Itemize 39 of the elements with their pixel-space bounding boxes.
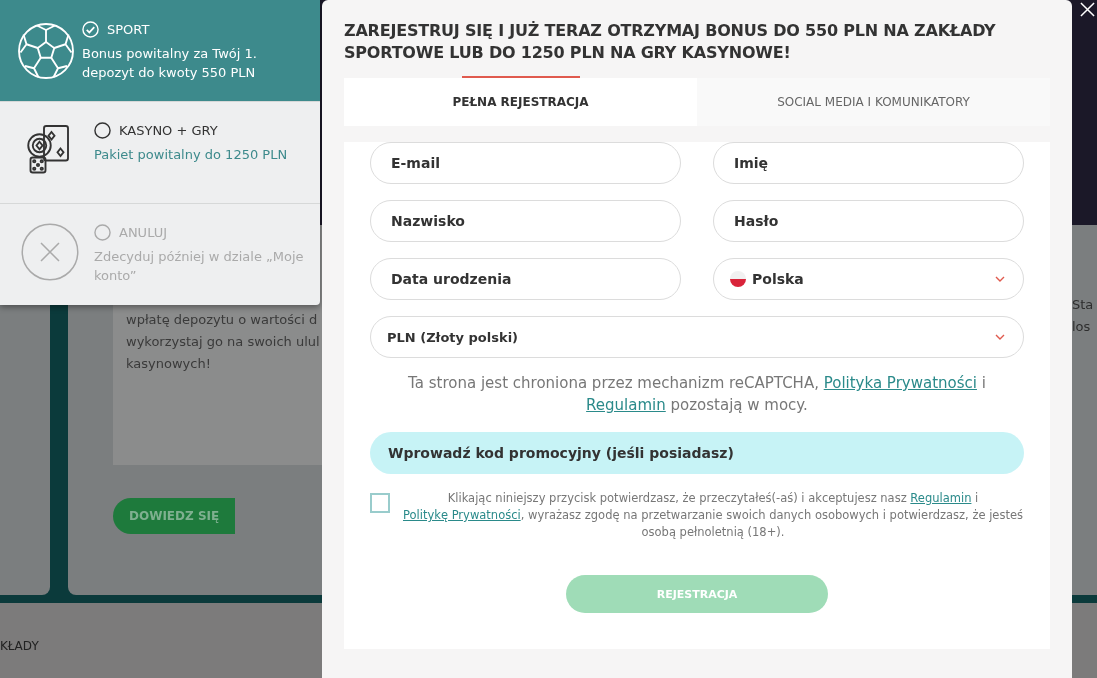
input-field[interactable]: Nazwisko bbox=[370, 200, 681, 242]
terms-link[interactable]: Regulamin bbox=[910, 491, 972, 505]
football-icon bbox=[16, 20, 76, 81]
caret-icon bbox=[995, 276, 1005, 282]
input-field[interactable]: Hasło bbox=[713, 200, 1024, 242]
option-description: Bonus powitalny za Twój 1. depozyt do kwoty 550 PLN bbox=[82, 45, 258, 82]
consent-checkbox[interactable] bbox=[370, 493, 390, 513]
option-title: KASYNO + GRY bbox=[119, 123, 218, 138]
tab[interactable]: PEŁNA REJESTRACJA bbox=[344, 78, 697, 126]
option-title: SPORT bbox=[107, 22, 150, 37]
policy-link[interactable]: Polityka Prywatności bbox=[823, 374, 977, 392]
radio-icon[interactable] bbox=[94, 224, 111, 241]
currency-select[interactable]: PLN (Złoty polski) bbox=[370, 316, 1024, 358]
option-description: Zdecyduj później w dziale „Moje konto” bbox=[94, 248, 305, 285]
caret-icon bbox=[995, 334, 1005, 340]
promo-text-line: kasynowych! bbox=[126, 355, 212, 373]
recaptcha-notice: Ta strona jest chroniona przez mechanizm reCAPTCHA, Polityka Prywatności i Regulamin pozostają w mocy. bbox=[407, 373, 987, 416]
input-field[interactable]: E-mail bbox=[370, 142, 681, 184]
flag-icon bbox=[730, 271, 746, 287]
policy-link[interactable]: Regulamin bbox=[586, 396, 666, 414]
promo-text-line: wpłatę depozytu o wartości d bbox=[126, 311, 319, 329]
bonus-option[interactable]: KASYNO + GRY Pakiet powitalny do 1250 PLN bbox=[0, 102, 320, 204]
section-heading: KŁADY bbox=[0, 639, 39, 653]
option-description: Pakiet powitalny do 1250 PLN bbox=[94, 146, 288, 164]
modal-title: ZAREJESTRUJ SIĘ I JUŻ TERAZ OTRZYMAJ BONUS DO 550 PLN NA ZAKŁADY SPORTOWE LUB DO 1250 PLN NA GRY KASYNOWE! bbox=[344, 20, 997, 64]
input-field[interactable]: Data urodzenia bbox=[370, 258, 681, 300]
promo-text-line: los bbox=[1072, 318, 1092, 336]
promo-text-line: Sta bbox=[1072, 296, 1095, 314]
tab[interactable]: SOCIAL MEDIA I KOMUNIKATORY bbox=[697, 78, 1050, 126]
terms-link[interactable]: Politykę Prywatności bbox=[403, 508, 521, 522]
consent-text: Klikając niniejszy przycisk potwierdzasz, że przeczytałeś(-aś) i akceptujesz nasz Regulamin i Politykę Prywatności, wyrażasz zgodę na przetwarzanie swoich danych osobowych i potwierdzasz, że jesteś osobą pełnoletnią (18+). bbox=[402, 490, 1024, 541]
option-title: ANULUJ bbox=[119, 225, 168, 240]
cancel-circle-icon bbox=[20, 222, 80, 282]
close-icon[interactable] bbox=[1080, 2, 1095, 17]
promo-code-toggle[interactable]: Wprowadź kod promocyjny (jeśli posiadasz) bbox=[370, 432, 1024, 474]
bonus-option[interactable]: SPORT Bonus powitalny za Twój 1. depozyt do kwoty 550 PLN bbox=[0, 0, 320, 102]
radio-icon[interactable] bbox=[94, 122, 111, 139]
input-field[interactable]: Imię bbox=[713, 142, 1024, 184]
country-select[interactable]: Polska bbox=[713, 258, 1024, 300]
